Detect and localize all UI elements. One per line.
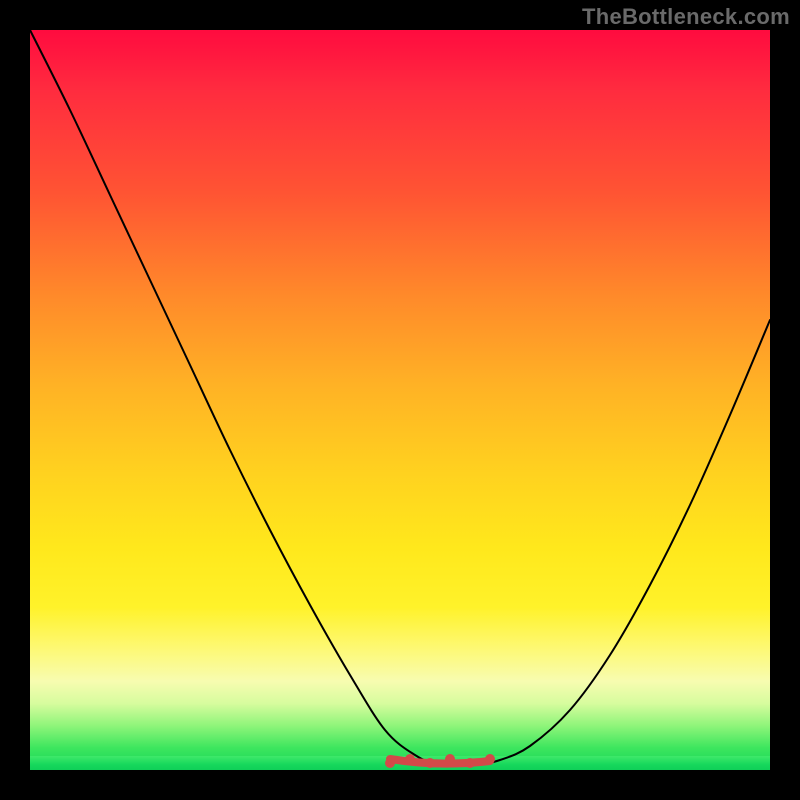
trough-dot <box>385 758 395 768</box>
trough-highlight <box>390 759 490 764</box>
trough-dot <box>425 758 435 768</box>
chart-svg <box>30 30 770 770</box>
watermark-text: TheBottleneck.com <box>582 4 790 30</box>
trough-dot <box>485 754 495 764</box>
trough-dot <box>405 754 415 764</box>
trough-dot <box>445 754 455 764</box>
trough-dot <box>465 758 475 768</box>
chart-frame: TheBottleneck.com <box>0 0 800 800</box>
bottleneck-curve <box>30 30 770 766</box>
